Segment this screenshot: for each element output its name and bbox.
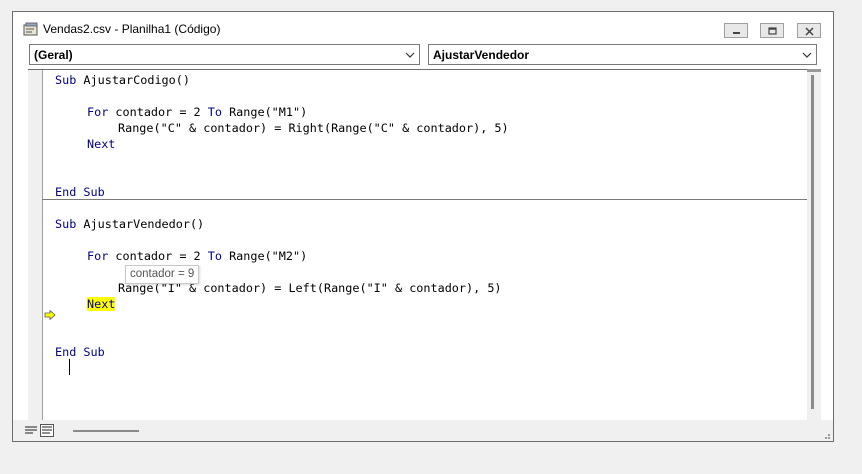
object-dropdown[interactable]: (Geral) [29,44,420,65]
code-text-span: AjustarVendedor() [76,217,205,231]
code-text-span: contador = 2 [108,105,208,119]
variable-value-tooltip: contador = 9 [125,265,200,284]
keyword: For [87,249,109,263]
window-title: Vendas2.csv - Planilha1 (Código) [43,22,221,36]
vertical-scrollbar[interactable] [807,69,821,420]
code-line: End Sub [55,345,105,359]
restore-button[interactable] [760,23,784,38]
code-editor[interactable]: Sub AjustarCodigo() For contador = 2 To … [28,69,819,420]
code-line: End Sub [55,185,105,199]
code-text-span: contador = 2 [108,249,208,263]
code-line: For contador = 2 To Range("M2") [87,248,307,264]
chevron-down-icon [802,52,812,58]
keyword: For [87,105,109,119]
text-cursor [69,359,70,375]
code-line: Next [87,137,116,151]
keyword: To [207,249,222,263]
full-module-view-icon[interactable] [40,424,54,437]
code-text[interactable]: Sub AjustarCodigo() For contador = 2 To … [55,70,815,420]
keyword: To [207,105,222,119]
current-execution-line: Next [87,296,116,312]
vertical-scroll-thumb[interactable] [811,75,814,409]
code-line: Sub AjustarCodigo() [55,72,190,88]
split-bar[interactable] [807,69,821,72]
code-line: Sub AjustarVendedor() [55,216,204,232]
vba-code-window: Vendas2.csv - Planilha1 (Código) (Geral)… [12,11,834,442]
procedure-dropdown[interactable]: AjustarVendedor [428,44,817,65]
object-dropdown-value: (Geral) [34,48,73,62]
restore-icon [768,27,777,35]
code-text-span: Range("M1") [221,105,308,119]
code-line: Range("C" & contador) = Right(Range("C" … [118,121,509,135]
procedure-separator [42,199,819,200]
chevron-down-icon [405,52,415,58]
code-text-span: AjustarCodigo() [76,73,190,87]
horizontal-scroll-thumb[interactable] [73,430,139,432]
close-icon [805,27,814,36]
minimize-icon [733,32,740,34]
keyword: Sub [55,73,77,87]
procedure-view-icon[interactable] [24,424,38,437]
margin-indicator-bar[interactable] [28,70,43,420]
resize-grip-icon[interactable] [821,430,831,440]
code-module-icon [23,22,38,36]
minimize-button[interactable] [724,23,748,38]
close-button[interactable] [797,23,821,38]
execution-arrow-icon [44,310,56,320]
procedure-dropdown-value: AjustarVendedor [433,48,530,62]
bottom-bar [13,420,833,441]
code-line: For contador = 2 To Range("M1") [87,104,307,120]
highlighted-next: Next [87,297,116,311]
code-text-span: Range("M2") [221,249,308,263]
keyword: Sub [55,217,77,231]
title-bar[interactable]: Vendas2.csv - Planilha1 (Código) [13,12,833,43]
